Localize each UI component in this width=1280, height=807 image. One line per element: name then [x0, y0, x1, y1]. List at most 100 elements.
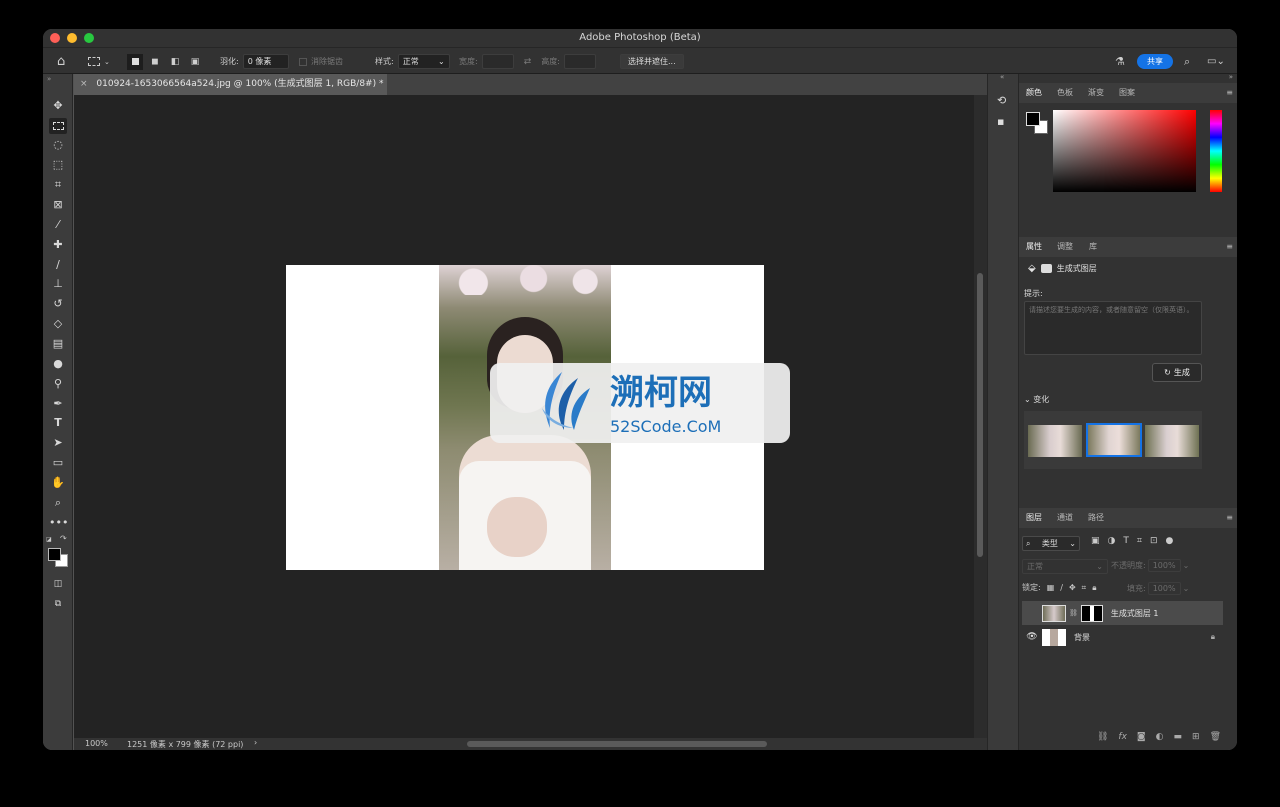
- generate-button[interactable]: ↻ 生成: [1152, 363, 1202, 382]
- pen-tool-icon[interactable]: ✒: [49, 396, 67, 412]
- fill-input[interactable]: 100%: [1147, 582, 1181, 595]
- zoom-level[interactable]: 100%: [85, 739, 108, 748]
- lock-transparent-icon[interactable]: ▦: [1047, 583, 1055, 592]
- panel-menu-icon[interactable]: ≡: [1226, 237, 1233, 257]
- select-and-mask-button[interactable]: 选择并遮住...: [620, 54, 684, 69]
- tab-paths[interactable]: 路径: [1088, 508, 1104, 528]
- type-filter-icon[interactable]: T: [1123, 536, 1129, 546]
- crop-tool-icon[interactable]: ⌗: [49, 177, 67, 193]
- panel-menu-icon[interactable]: ≡: [1226, 508, 1233, 528]
- tab-properties[interactable]: 属性: [1026, 237, 1042, 257]
- subtract-selection-button[interactable]: ◧: [167, 54, 183, 70]
- hand-tool-icon[interactable]: ✋: [49, 475, 67, 491]
- object-select-tool-icon[interactable]: ⬚: [49, 157, 67, 173]
- tab-patterns[interactable]: 图案: [1119, 83, 1135, 103]
- frame-tool-icon[interactable]: ⊠: [49, 197, 67, 213]
- height-input[interactable]: [563, 54, 596, 69]
- brush-tool-icon[interactable]: ∕: [49, 257, 67, 273]
- clone-stamp-tool-icon[interactable]: ⊥: [49, 276, 67, 292]
- lock-all-icon[interactable]: 🔒︎: [1092, 583, 1096, 593]
- fx-icon[interactable]: fx: [1118, 732, 1127, 742]
- collapse-panels-icon[interactable]: »: [1229, 73, 1233, 81]
- variation-thumbnail-selected[interactable]: [1086, 423, 1142, 457]
- share-button[interactable]: 共享: [1137, 54, 1173, 69]
- collapse-icon[interactable]: »: [47, 75, 51, 83]
- history-panel-icon[interactable]: ⟲: [997, 94, 1006, 107]
- horizontal-scroll-thumb[interactable]: [467, 741, 767, 747]
- layer-name[interactable]: 背景: [1074, 632, 1211, 643]
- blend-mode-select[interactable]: 正常 ⌄: [1022, 559, 1108, 574]
- marquee-preset-picker[interactable]: ⌄: [88, 48, 110, 75]
- gradient-tool-icon[interactable]: ▤: [49, 336, 67, 352]
- home-icon[interactable]: ⌂: [57, 48, 65, 75]
- lasso-tool-icon[interactable]: ◌: [49, 137, 67, 153]
- minimize-window-button[interactable]: [67, 33, 77, 43]
- quick-mask-icon[interactable]: ◫: [49, 576, 67, 592]
- add-selection-button[interactable]: ◼: [147, 54, 163, 70]
- variation-thumbnail[interactable]: [1145, 425, 1199, 457]
- color-field[interactable]: [1053, 110, 1196, 192]
- antialias-checkbox[interactable]: [299, 57, 307, 66]
- maximize-window-button[interactable]: [84, 33, 94, 43]
- close-tab-icon[interactable]: ×: [80, 79, 88, 89]
- adjustment-layer-icon[interactable]: ◐: [1156, 732, 1164, 742]
- link-icon[interactable]: ⛓︎: [1069, 609, 1078, 617]
- eraser-tool-icon[interactable]: ◇: [49, 316, 67, 332]
- zoom-tool-icon[interactable]: ⌕: [49, 495, 67, 511]
- canvas-area[interactable]: 溯柯网 52SCode.CoM: [74, 95, 974, 738]
- color-foreground-swatch[interactable]: [1026, 112, 1040, 126]
- healing-brush-tool-icon[interactable]: ✚: [49, 237, 67, 253]
- expand-icon[interactable]: «: [1000, 73, 1004, 81]
- layer-row-generative[interactable]: ⛓︎ 生成式图层 1: [1022, 601, 1223, 625]
- more-tools-icon[interactable]: •••: [49, 515, 68, 531]
- rectangle-tool-icon[interactable]: ▭: [49, 455, 67, 471]
- document-tab[interactable]: × 010924-1653066564a524.jpg @ 100% (生成式图…: [74, 74, 387, 95]
- default-colors-icon[interactable]: ◪: [46, 536, 52, 543]
- add-mask-icon[interactable]: ◙: [1137, 732, 1146, 742]
- variation-thumbnail[interactable]: [1028, 425, 1082, 457]
- flask-icon[interactable]: ⚗: [1115, 48, 1125, 75]
- path-selection-tool-icon[interactable]: ➤: [49, 435, 67, 451]
- group-folder-icon[interactable]: ▬: [1174, 732, 1183, 742]
- pixel-filter-icon[interactable]: ▣: [1091, 536, 1100, 546]
- opacity-input[interactable]: 100%: [1147, 559, 1181, 572]
- screen-mode-icon[interactable]: ⧉: [49, 596, 67, 612]
- adjustment-filter-icon[interactable]: ◑: [1108, 536, 1116, 546]
- blur-tool-icon[interactable]: ●: [49, 356, 67, 372]
- history-brush-tool-icon[interactable]: ↺: [49, 296, 67, 312]
- eyedropper-tool-icon[interactable]: ⁄: [49, 217, 67, 233]
- move-tool-icon[interactable]: ✥: [49, 98, 67, 114]
- workspace-icon[interactable]: ▭⌄: [1207, 48, 1225, 75]
- layer-name[interactable]: 生成式图层 1: [1111, 608, 1159, 619]
- panel-menu-icon[interactable]: ≡: [1226, 83, 1233, 103]
- type-tool-icon[interactable]: T: [49, 415, 67, 431]
- lock-position-icon[interactable]: ✥: [1069, 583, 1076, 592]
- search-icon[interactable]: ⌕: [1184, 48, 1190, 75]
- close-window-button[interactable]: [50, 33, 60, 43]
- lock-pixels-icon[interactable]: ∕: [1060, 583, 1063, 592]
- hue-slider[interactable]: [1210, 110, 1222, 192]
- comments-panel-icon[interactable]: ▪: [997, 115, 1004, 128]
- swap-icon[interactable]: ⇄: [524, 57, 532, 67]
- feather-input[interactable]: 0 像素: [242, 54, 289, 69]
- variations-header[interactable]: ⌄ 变化: [1024, 394, 1049, 405]
- tab-libraries[interactable]: 库: [1089, 237, 1097, 257]
- new-layer-icon[interactable]: ⊞: [1192, 732, 1200, 742]
- tab-color[interactable]: 颜色: [1026, 83, 1042, 103]
- dodge-tool-icon[interactable]: ⚲: [49, 376, 67, 392]
- shape-filter-icon[interactable]: ⌗: [1137, 536, 1142, 546]
- vertical-scrollbar[interactable]: [974, 95, 987, 738]
- vertical-scroll-thumb[interactable]: [977, 273, 983, 557]
- swap-colors-icon[interactable]: ↷: [60, 534, 67, 543]
- layer-mask-thumbnail[interactable]: [1080, 604, 1103, 622]
- layer-filter-select[interactable]: ⌕ 类型 ⌄: [1022, 536, 1080, 551]
- smart-object-filter-icon[interactable]: ⊡: [1150, 536, 1158, 546]
- tab-swatches[interactable]: 色板: [1057, 83, 1073, 103]
- lock-artboard-icon[interactable]: ⌗: [1082, 583, 1087, 593]
- foreground-color-swatch[interactable]: [48, 548, 61, 561]
- new-selection-button[interactable]: [127, 53, 143, 70]
- style-select[interactable]: 正常 ⌄: [397, 54, 450, 69]
- delete-layer-icon[interactable]: 🗑︎: [1210, 732, 1221, 742]
- prompt-textarea[interactable]: 请描述您要生成的内容，或者随意留空（仅限英语）。: [1024, 301, 1202, 355]
- layer-row-background[interactable]: 👁︎ 背景 🔒︎: [1022, 625, 1223, 649]
